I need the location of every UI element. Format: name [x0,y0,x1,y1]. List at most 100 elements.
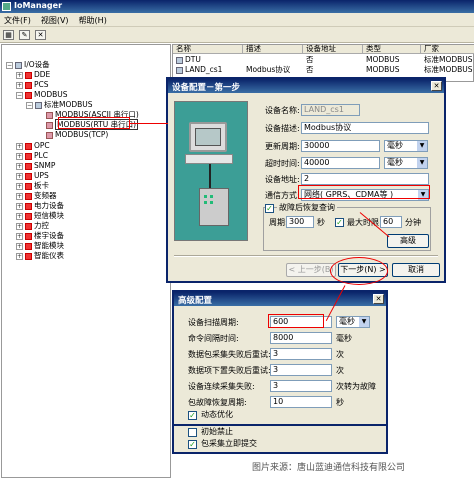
comm-mode-label: 通信方式: [265,191,300,200]
chevron-down-icon[interactable]: ▼ [417,141,427,151]
table-cell [243,55,303,65]
expand-icon[interactable]: + [16,242,23,250]
tree-item-modbus[interactable]: − MODBUS [16,90,68,100]
fail-count-label: 设备连续采集失败: [188,382,255,391]
expand-icon[interactable]: + [16,142,23,150]
menu-help[interactable]: 帮助(H) [79,15,107,25]
collapse-icon[interactable]: − [26,101,33,109]
collapse-icon[interactable]: − [6,61,13,69]
initial-disable-checkbox[interactable] [188,428,197,437]
expand-icon[interactable]: + [16,202,23,210]
table-cell: 标准MODBUS [424,65,473,74]
dynamic-optimize-checkbox[interactable]: ✓ [188,411,197,420]
device-icon [25,212,32,220]
device-icon [25,91,32,99]
device-desc-field[interactable]: Modbus协议 [301,122,429,134]
update-unit-select[interactable]: 毫秒 ▼ [384,140,428,152]
column-name[interactable]: 名称 [173,45,243,54]
timeout-field[interactable]: 40000 [301,157,380,169]
period-field[interactable]: 300 [286,216,314,228]
immediate-submit-checkbox[interactable]: ✓ [188,440,197,449]
column-vendor[interactable]: 厂家 [421,45,474,54]
recovery-period-field[interactable]: 10 [270,396,332,408]
annotation-arrow [130,123,168,124]
menu-view[interactable]: 视图(V) [41,15,69,25]
chevron-down-icon[interactable]: ▼ [359,317,369,327]
new-icon[interactable]: ▦ [3,30,14,40]
tree-item-building[interactable]: + 楼宇设备 [16,231,64,241]
update-period-field[interactable]: 30000 [301,140,380,152]
recovery-group-title: 故障后恢复查询 [277,203,337,213]
immediate-submit-label: 包采集立即提交 [201,439,257,448]
scan-unit-select[interactable]: 毫秒 ▼ [336,316,370,328]
tree-item-modbus-tcp[interactable]: MODBUS(TCP) [46,130,108,140]
prev-button[interactable]: < 上一步(B) [286,263,336,277]
period-unit: 秒 [317,218,325,227]
tree-item-snmp[interactable]: + SNMP [16,161,55,171]
table-cell: 标准MODBUS [424,55,473,64]
app-icon [2,2,11,11]
edit-icon[interactable]: ✎ [19,30,30,40]
tree-item-sms[interactable]: + 短信模块 [16,211,64,221]
expand-icon[interactable]: + [16,232,23,240]
device-icon [25,81,32,89]
expand-icon[interactable]: + [16,172,23,180]
tree-item-standard-modbus[interactable]: − 标准MODBUS [26,100,93,110]
device-icon [25,242,32,250]
expand-icon[interactable]: + [16,182,23,190]
expand-icon[interactable]: + [16,192,23,200]
device-icon [25,152,32,160]
close-button[interactable]: ✕ [373,294,384,304]
advanced-button[interactable]: 高级 [387,234,429,248]
tree-item-forcecontrol[interactable]: + 力控 [16,221,49,231]
max-limit-checkbox[interactable]: ✓ [335,218,344,227]
table-cell: 否 [306,55,314,64]
timeout-unit-select[interactable]: 毫秒 ▼ [384,157,428,169]
fail-count-field[interactable]: 3 [270,380,332,392]
expand-icon[interactable]: + [16,152,23,160]
cmd-interval-field[interactable]: 8000 [270,332,332,344]
column-desc[interactable]: 描述 [243,45,303,54]
device-icon [176,66,183,74]
device-address-field[interactable]: 2 [301,173,429,185]
recovery-toggle-checkbox[interactable]: ✓ [265,204,274,213]
device-name-field[interactable]: LAND_cs1 [301,104,360,116]
chevron-down-icon[interactable]: ▼ [417,158,427,168]
expand-icon[interactable]: + [16,222,23,230]
expand-icon[interactable]: + [16,81,23,89]
column-type[interactable]: 类型 [363,45,421,54]
menu-file[interactable]: 文件(F) [4,15,31,25]
tree-item-smart-meter[interactable]: + 智能仪表 [16,251,64,261]
tree-root[interactable]: − I/O设备 [6,60,50,70]
packet-retry-label: 数据包采集失败后重试: [188,350,271,359]
collapse-icon[interactable]: − [16,91,23,99]
expand-icon[interactable]: + [16,252,23,260]
device-address-label: 设备地址: [265,175,300,184]
device-config-dialog: 设备配置－第一步 ✕ 设备名称: LAND_cs1 设备描述: Modbus协议… [166,77,446,283]
keyboard-icon [185,154,233,164]
tree-item-pcs[interactable]: + PCS [16,80,49,90]
device-illustration [174,101,248,241]
device-tree[interactable]: − I/O设备 + DDE + PCS − MODBUS − 标准MODBUS MODBU… [1,44,171,478]
dialog-title-bar: 设备配置－第一步 ✕ [168,79,444,93]
expand-icon[interactable]: + [16,71,23,79]
delete-icon[interactable]: ✕ [35,30,46,40]
tree-item-opc[interactable]: + OPC [16,141,50,151]
tree-item-inverter[interactable]: + 变频器 [16,191,57,201]
cancel-button[interactable]: 取消 [392,263,440,277]
tree-item-smart-module[interactable]: + 智能模块 [16,241,64,251]
max-limit-field[interactable]: 60 [380,216,402,228]
expand-icon[interactable]: + [16,162,23,170]
expand-icon[interactable]: + [16,212,23,220]
tree-item-power[interactable]: + 电力设备 [16,201,64,211]
write-retry-field[interactable]: 3 [270,364,332,376]
tree-item-board[interactable]: + 板卡 [16,181,49,191]
packet-retry-field[interactable]: 3 [270,348,332,360]
close-button[interactable]: ✕ [431,81,442,91]
device-icon [25,142,32,150]
device-icon [25,71,32,79]
column-address[interactable]: 设备地址 [303,45,363,54]
tree-item-plc[interactable]: + PLC [16,151,48,161]
tree-item-dde[interactable]: + DDE [16,70,50,80]
tree-item-ups[interactable]: + UPS [16,171,49,181]
